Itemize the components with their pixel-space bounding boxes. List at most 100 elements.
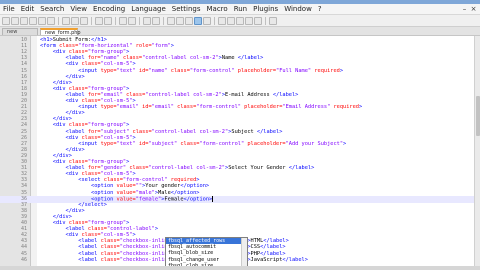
toolbar-separator: [214, 16, 215, 25]
menu-help[interactable]: ?: [315, 4, 325, 14]
zoom-in-icon[interactable]: [143, 16, 151, 25]
code-token: "male": [135, 189, 155, 196]
code-token: type=: [100, 104, 117, 111]
code-token: Name: [221, 55, 238, 62]
sync-scroll-icon[interactable]: [167, 16, 175, 25]
code-token: class=: [132, 128, 152, 135]
copy-icon[interactable]: [71, 16, 79, 25]
code-token: >: [126, 122, 130, 129]
code-token: >: [132, 134, 136, 141]
cut-icon[interactable]: [62, 16, 70, 25]
code-token: "col-sm-5": [100, 171, 133, 178]
code-token: "form-group": [87, 159, 127, 165]
code-token: placeholder=: [247, 140, 286, 147]
code-token: class=: [100, 244, 120, 251]
code-token: >: [358, 104, 363, 111]
redo-icon[interactable]: [104, 16, 112, 25]
vertical-scrollbar[interactable]: [474, 36, 480, 266]
code-token: required: [314, 67, 340, 74]
undo-icon[interactable]: [95, 16, 103, 25]
tab-new-1[interactable]: new 1.php: [2, 28, 38, 42]
code-token: <option: [40, 183, 117, 190]
code-token: Subject: [231, 128, 257, 135]
menu-encoding[interactable]: Encoding: [90, 4, 128, 14]
code-token: >: [132, 232, 136, 239]
code-token: "col-sm-5": [100, 98, 133, 104]
minimize-icon[interactable]: –: [461, 5, 468, 13]
code-token: "col-sm-5": [100, 232, 133, 239]
code-token: role=: [135, 43, 152, 50]
menu-file[interactable]: File: [0, 4, 18, 14]
record-macro-icon[interactable]: [218, 16, 226, 25]
save-all-icon[interactable]: [29, 16, 37, 25]
code-token: </h1>: [91, 37, 107, 43]
code-token: <div: [40, 159, 69, 165]
code-token: class=: [68, 49, 88, 56]
code-token: </label>: [260, 250, 286, 257]
stop-macro-icon[interactable]: [227, 16, 235, 25]
menu-plugins[interactable]: Plugins: [250, 4, 281, 14]
run-macro-icon[interactable]: [245, 16, 253, 25]
code-token: class=: [100, 250, 120, 257]
code-token: JavaScript: [250, 256, 283, 263]
code-token: "control-label col-sm-2": [148, 165, 225, 172]
menu-edit[interactable]: Edit: [18, 4, 38, 14]
code-token: "gender": [100, 165, 130, 172]
menu-run[interactable]: Run: [231, 4, 250, 14]
play-macro-icon[interactable]: [236, 16, 244, 25]
tab-new-form[interactable]: new_form.php: [40, 28, 81, 36]
close-icon[interactable]: ×: [470, 5, 477, 13]
zoom-out-icon[interactable]: [152, 16, 160, 25]
code-token: "email": [100, 91, 127, 98]
menu-search[interactable]: Search: [37, 4, 67, 14]
menu-macro[interactable]: Macro: [204, 4, 231, 14]
code-token: class=: [81, 232, 101, 239]
code-token: "Add your Subject": [285, 140, 344, 147]
find-icon[interactable]: [119, 16, 127, 25]
menu-window[interactable]: Window: [281, 4, 315, 14]
code-token: PHP: [250, 250, 261, 257]
abc-spellcheck-icon[interactable]: [269, 16, 277, 25]
new-file-icon[interactable]: [2, 16, 10, 25]
autocomplete-scrollbar[interactable]: [241, 238, 247, 266]
code-token: class=: [170, 67, 190, 74]
scrollbar-thumb[interactable]: [476, 96, 480, 136]
code-token: </div>: [40, 79, 72, 86]
print-icon[interactable]: [47, 16, 55, 25]
code-token: </label>: [260, 244, 286, 251]
doc-map-icon[interactable]: [203, 16, 211, 25]
autocomplete-popup[interactable]: fbsql_affected_rows fbsql_autocommit fbsql…: [165, 237, 248, 266]
code-token: <div: [40, 220, 69, 226]
code-token: "name": [148, 67, 171, 74]
code-token: >: [132, 98, 136, 104]
code-token: "name": [100, 55, 123, 62]
save-icon[interactable]: [20, 16, 28, 25]
code-token: >: [170, 43, 174, 50]
close-file-icon[interactable]: [38, 16, 46, 25]
toolbar-separator: [139, 16, 140, 25]
code-editor[interactable]: 10 <h1>Submit Form:</h1> 11 <form class="fo…: [0, 36, 474, 266]
code-token: <label: [40, 55, 88, 62]
code-token: class=: [81, 61, 101, 68]
code-token: <div: [40, 171, 82, 178]
code-token: for=: [87, 91, 101, 98]
code-token: class=: [81, 171, 101, 178]
menu-settings[interactable]: Settings: [169, 4, 204, 14]
indent-guide-icon[interactable]: [194, 16, 202, 25]
code-token: </label>: [263, 238, 289, 245]
paste-icon[interactable]: [80, 16, 88, 25]
code-token: <div: [40, 61, 82, 68]
menu-view[interactable]: View: [67, 4, 90, 14]
show-all-chars-icon[interactable]: [185, 16, 193, 25]
code-token: <option: [40, 189, 117, 196]
save-macro-icon[interactable]: [254, 16, 262, 25]
open-file-icon[interactable]: [11, 16, 19, 25]
menu-bar: File Edit Search View Encoding Language …: [0, 4, 480, 15]
code-token: <div: [40, 232, 82, 239]
replace-icon[interactable]: [128, 16, 136, 25]
code-token: "form-horizontal": [78, 43, 136, 50]
word-wrap-icon[interactable]: [176, 16, 184, 25]
code-token: >: [126, 220, 130, 226]
code-token: "form-group": [87, 220, 127, 226]
menu-language[interactable]: Language: [128, 4, 169, 14]
